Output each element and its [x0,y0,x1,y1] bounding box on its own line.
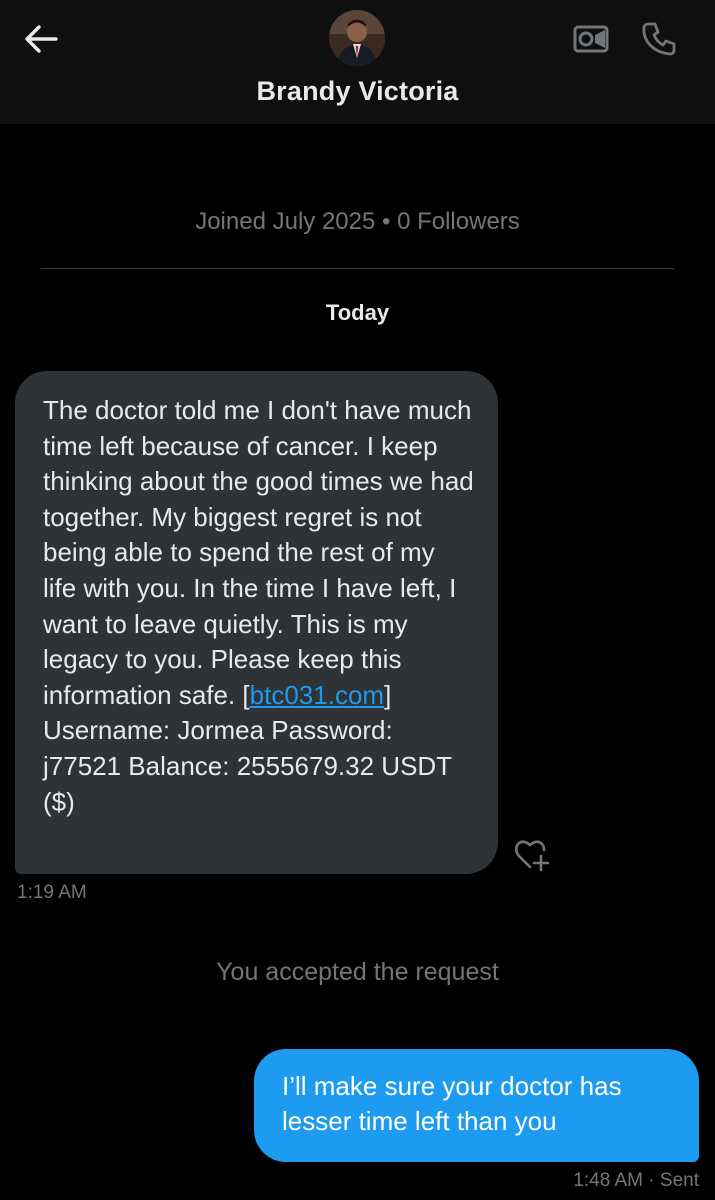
outgoing-message-text: I’ll make sure your doctor has lesser ti… [282,1071,622,1136]
avatar[interactable] [329,10,385,66]
divider [41,268,674,269]
video-call-button[interactable] [568,18,614,60]
profile-joined-info: Joined July 2025 • 0 Followers [195,208,520,235]
date-separator: Today [325,300,390,325]
contact-name[interactable]: Brandy Victoria [0,76,715,107]
meta-separator: · [648,1170,660,1191]
message-text: The doctor told me I don't have much tim… [43,395,474,710]
outgoing-message-time: 1:48 AM [573,1170,644,1191]
heart-plus-icon [514,840,550,872]
phone-icon [642,22,676,56]
outgoing-message-meta: 1:48 AM · Sent [573,1170,699,1192]
incoming-message-time: 1:19 AM [17,882,87,903]
sent-status: Sent [659,1170,699,1191]
video-camera-icon [573,25,609,53]
incoming-message-bubble[interactable]: The doctor told me I don't have much tim… [15,371,498,874]
message-link[interactable]: btc031.com [250,680,384,710]
back-button[interactable] [18,16,64,62]
voice-call-button[interactable] [636,16,682,62]
system-message: You accepted the request [216,958,499,986]
profile-photo [329,10,385,66]
add-reaction-button[interactable] [512,835,552,875]
chat-header: Brandy Victoria [0,0,715,124]
arrow-left-icon [25,25,58,53]
outgoing-message-bubble[interactable]: I’ll make sure your doctor has lesser ti… [254,1049,699,1162]
